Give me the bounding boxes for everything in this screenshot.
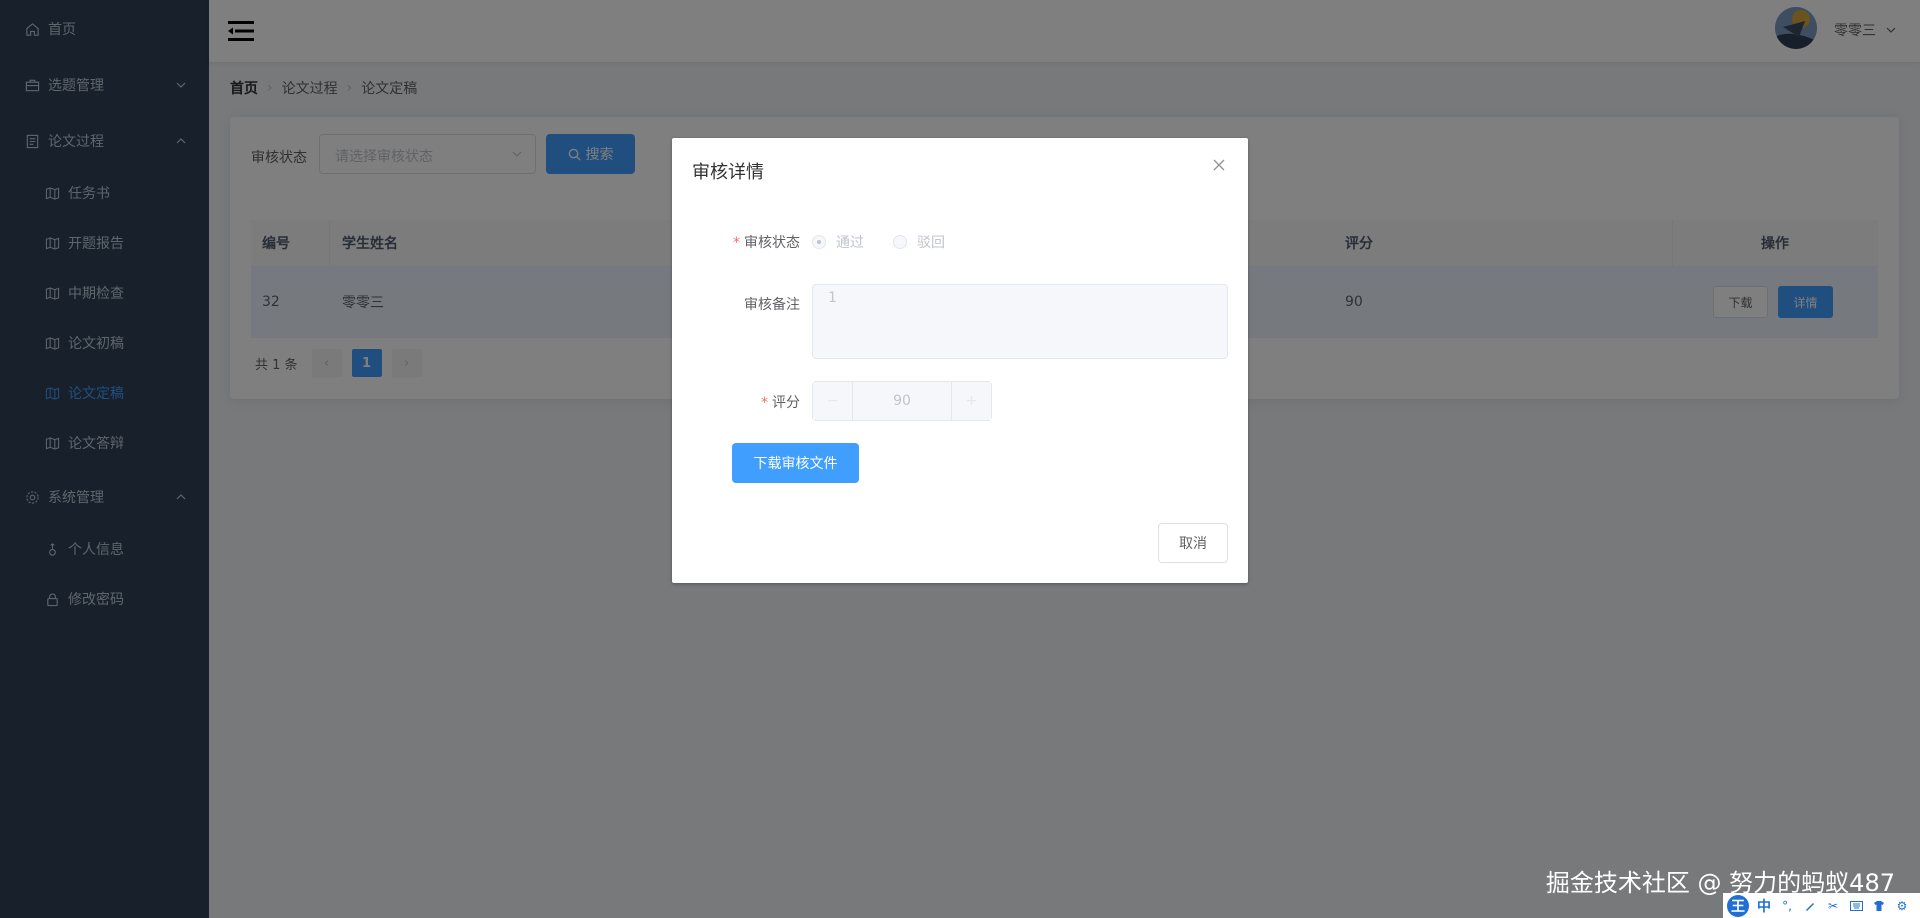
minus-icon: − (826, 393, 839, 409)
score-input[interactable]: 90 (853, 382, 951, 420)
pen-icon[interactable] (1803, 899, 1817, 913)
gear-icon[interactable]: ⚙ (1895, 899, 1909, 913)
status-label-text: 审核状态 (744, 235, 800, 251)
cancel-button[interactable]: 取消 (1158, 523, 1228, 563)
increment-button[interactable]: + (951, 382, 991, 420)
ime-toolbar: 王 中 °, ✂ ⚙ (1723, 893, 1920, 918)
status-label: * 审核状态 (672, 232, 800, 252)
radio-unchecked-icon (893, 235, 907, 249)
close-icon[interactable] (1212, 158, 1228, 174)
remark-label: 审核备注 (744, 297, 800, 313)
decrement-button[interactable]: − (813, 382, 853, 420)
shirt-icon[interactable] (1872, 899, 1886, 913)
punctuation-icon[interactable]: °, (1780, 899, 1794, 913)
keyboard-icon[interactable] (1849, 899, 1863, 913)
score-label-text: 评分 (772, 395, 800, 411)
required-asterisk: * (761, 395, 768, 411)
remark-textarea[interactable]: 1 (812, 284, 1228, 359)
radio-reject-label: 驳回 (917, 235, 945, 251)
required-asterisk: * (733, 235, 740, 251)
download-review-file-button[interactable]: 下载审核文件 (732, 443, 859, 483)
review-detail-dialog: 审核详情 * 审核状态 通过 驳回 审核备注 1 * 评分 − 90 + 下载审核文… (672, 138, 1248, 583)
ime-logo[interactable]: 王 (1727, 894, 1749, 917)
dialog-title: 审核详情 (692, 162, 764, 183)
scissors-icon[interactable]: ✂ (1826, 899, 1840, 913)
plus-icon: + (965, 393, 978, 409)
radio-pass-label: 通过 (836, 235, 864, 251)
radio-reject[interactable]: 驳回 (893, 232, 945, 252)
ime-mode[interactable]: 中 (1757, 896, 1771, 916)
score-stepper[interactable]: − 90 + (812, 381, 992, 421)
score-label: * 评分 (672, 392, 800, 412)
radio-pass[interactable]: 通过 (812, 232, 864, 252)
radio-checked-icon (812, 235, 826, 249)
